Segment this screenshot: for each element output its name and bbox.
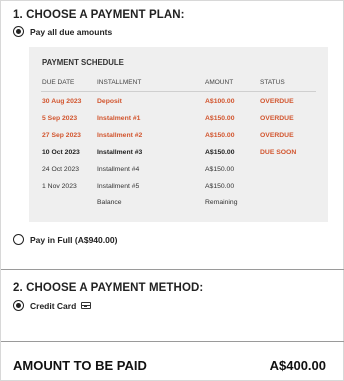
- footer-remaining: Remaining: [205, 199, 238, 206]
- amount-to-pay-label: AMOUNT TO BE PAID: [13, 358, 147, 373]
- plan-option-due-amounts[interactable]: Pay all due amounts: [13, 26, 112, 37]
- payment-method-heading: 2. CHOOSE A PAYMENT METHOD:: [13, 282, 204, 294]
- payment-panel: 1. CHOOSE A PAYMENT PLAN: Pay all due am…: [0, 0, 344, 381]
- row-due-date: 30 Aug 2023: [42, 98, 82, 105]
- row-status: OVERDUE: [260, 115, 294, 122]
- payment-schedule: PAYMENT SCHEDULE DUE DATE INSTALLMENT AM…: [29, 47, 328, 222]
- plan-option-full-label: Pay in Full (A$940.00): [30, 234, 118, 245]
- section-divider: [1, 269, 344, 270]
- plan-option-pay-in-full[interactable]: Pay in Full (A$940.00): [13, 234, 117, 245]
- row-due-date: 10 Oct 2023: [42, 149, 80, 156]
- row-amount: A$150.00: [205, 149, 235, 156]
- schedule-title: PAYMENT SCHEDULE: [42, 58, 124, 67]
- column-installment: INSTALLMENT: [97, 79, 142, 86]
- plan-option-due-label: Pay all due amounts: [30, 26, 113, 37]
- row-amount: A$100.00: [205, 98, 235, 105]
- radio-unselected-icon[interactable]: [13, 234, 24, 245]
- method-option-credit-card[interactable]: Credit Card: [13, 300, 92, 311]
- row-amount: A$150.00: [205, 115, 235, 122]
- row-due-date: 1 Nov 2023: [42, 183, 77, 190]
- row-installment: Installment #5: [97, 183, 140, 190]
- column-amount: AMOUNT: [205, 79, 234, 86]
- payment-plan-heading: 1. CHOOSE A PAYMENT PLAN:: [13, 9, 185, 21]
- header-divider: [41, 91, 316, 92]
- row-amount: A$150.00: [205, 166, 235, 173]
- row-amount: A$150.00: [205, 132, 235, 139]
- row-installment: Instalment #1: [97, 115, 141, 122]
- credit-card-label: Credit Card: [30, 300, 77, 311]
- row-status: OVERDUE: [260, 132, 294, 139]
- section-divider: [1, 341, 344, 342]
- row-due-date: 5 Sep 2023: [42, 115, 78, 122]
- row-status: DUE SOON: [260, 149, 297, 156]
- row-due-date: 27 Sep 2023: [42, 132, 81, 139]
- row-installment: Installment #3: [97, 149, 143, 156]
- column-due-date: DUE DATE: [42, 79, 75, 86]
- amount-to-pay-value: A$400.00: [269, 358, 326, 373]
- row-status: OVERDUE: [260, 98, 294, 105]
- radio-selected-icon[interactable]: [13, 26, 24, 37]
- row-installment: Deposit: [97, 98, 122, 105]
- footer-balance: Balance: [97, 199, 122, 206]
- radio-selected-icon[interactable]: [13, 300, 24, 311]
- credit-card-icon: [81, 302, 92, 309]
- column-status: STATUS: [260, 79, 285, 86]
- row-installment: Installment #4: [97, 166, 140, 173]
- row-amount: A$150.00: [205, 183, 235, 190]
- row-due-date: 24 Oct 2023: [42, 166, 80, 173]
- row-installment: Installment #2: [97, 132, 143, 139]
